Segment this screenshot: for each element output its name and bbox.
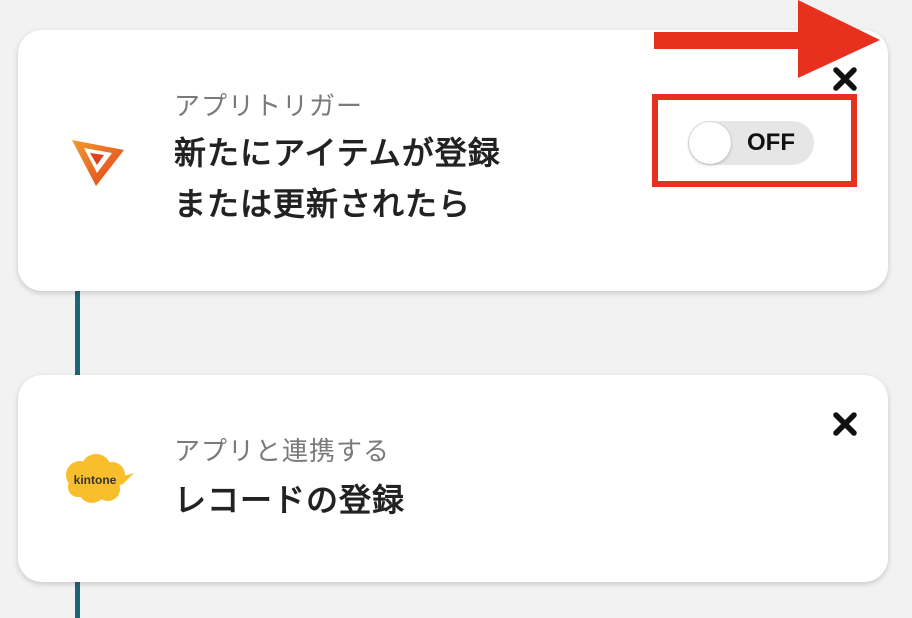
step-type-label: アプリトリガー xyxy=(174,92,364,122)
app-logo-icon xyxy=(72,140,124,186)
close-icon[interactable] xyxy=(832,411,858,437)
arrow-annotation-icon xyxy=(654,0,880,78)
step-type-label: アプリと連携する xyxy=(174,437,391,467)
step-title-line: 新たにアイテムが登録 xyxy=(174,134,501,172)
flow-connector xyxy=(75,290,80,378)
step-title-line: または更新されたら xyxy=(174,185,472,223)
toggle-state-label: OFF xyxy=(747,129,795,156)
step-title: 新たにアイテムが登録 または更新されたら xyxy=(174,128,501,230)
action-card[interactable]: kintone アプリと連携する レコードの登録 xyxy=(18,375,888,582)
kintone-logo-icon: kintone xyxy=(66,454,134,503)
flow-connector xyxy=(75,582,80,618)
step-title: レコードの登録 xyxy=(174,481,406,519)
toggle-knob xyxy=(689,122,731,164)
trigger-toggle-switch[interactable]: OFF xyxy=(688,121,814,165)
kintone-logo-text: kintone xyxy=(74,473,117,487)
